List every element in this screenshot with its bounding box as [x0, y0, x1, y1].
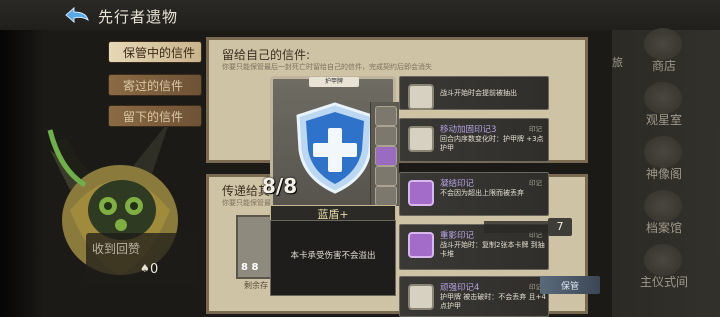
card-type-label: 护甲牌	[309, 77, 359, 87]
effect-item[interactable]: 战斗开始时会提前被抽出	[399, 76, 549, 110]
back-button[interactable]	[62, 4, 92, 26]
drag-bar	[484, 221, 548, 233]
archive-icon	[644, 190, 682, 222]
mark-slot-icon	[375, 166, 397, 186]
back-arrow-icon	[65, 6, 89, 24]
count-badge: 7	[548, 218, 572, 236]
effect-description: 护甲牌 被击破时：不会丢弃 且+4点护甲	[440, 293, 546, 310]
effect-description: 战斗开始时：复制2张本卡牌 到抽卡堆	[440, 241, 545, 258]
tab-kept-letters[interactable]: 保管中的信件	[108, 41, 202, 63]
cube-mark-icon	[408, 180, 434, 206]
effect-item[interactable]: 移动加固印记3 印记 回合内序数变化时：护甲牌 +3点护甲	[399, 118, 549, 162]
letter-to-self-subtitle: 你要只能保管最后一封死亡时留给自己的信件，完成契约后即会消失	[222, 63, 432, 71]
letter-card-stat: 8 8	[241, 262, 259, 273]
effect-description: 战斗开始时会提前被抽出	[440, 89, 517, 97]
effect-item[interactable]: 凝结印记 印记 不会因为超出上限而被丢弃	[399, 172, 549, 216]
effect-description: 不会因为超出上限而被丢弃	[440, 189, 524, 197]
remaining-storage-label: 剩余存	[244, 281, 268, 290]
mark-slot-icon	[375, 186, 397, 206]
received-likes-count: 0	[150, 262, 159, 277]
effect-tag: 印记	[529, 125, 542, 133]
effect-item[interactable]: 顽强印记4 印记 护甲牌 被击破时：不会丢弃 且+4点护甲	[399, 276, 549, 317]
telescope-icon	[644, 82, 682, 114]
mark-slot-icon	[375, 126, 397, 146]
nav-shop[interactable]: 商店	[622, 26, 706, 78]
mark-slot-icon	[375, 106, 397, 126]
effect-title: 移动加固印记3	[440, 125, 497, 135]
shadow-mark-icon	[408, 232, 434, 258]
keep-button[interactable]: 保管	[540, 276, 600, 294]
card-armor-value: 8/8	[262, 174, 298, 198]
effect-title: 顽强印记4	[440, 283, 480, 293]
nav-ritual-hall[interactable]: 主仪式间	[622, 242, 706, 294]
flame-icon: ♠	[140, 262, 150, 275]
effect-tag: 印记	[529, 179, 542, 187]
spiral-mark-icon	[408, 126, 434, 152]
effect-title: 重影印记	[440, 231, 475, 241]
nav-shrine[interactable]: 神像阁	[622, 134, 706, 186]
page-title: 先行者遗物	[98, 8, 179, 26]
card-mark-column	[370, 102, 399, 206]
tab-sent-letters[interactable]: 寄过的信件	[108, 74, 202, 96]
nav-archive[interactable]: 档案馆	[622, 188, 706, 240]
spiral-mark-icon	[408, 284, 434, 310]
tab-left-letters[interactable]: 留下的信件	[108, 105, 202, 127]
statue-icon	[644, 136, 682, 168]
shop-icon	[644, 28, 682, 60]
card-description: 本卡承受伤害不会溢出	[290, 251, 376, 261]
effect-title: 凝结印记	[440, 179, 475, 189]
received-likes-label: 收到回赞	[92, 242, 141, 256]
blue-shield-icon	[296, 102, 374, 194]
mark-slot-icon	[375, 146, 397, 166]
ritual-icon	[644, 244, 682, 276]
letter-to-others-subtitle: 你要只能保管最	[222, 199, 271, 207]
nav-observatory[interactable]: 观星室	[622, 80, 706, 132]
mark-icon	[408, 84, 434, 110]
letter-to-self-title: 留给自己的信件:	[222, 48, 311, 62]
effect-description: 回合内序数变化时：护甲牌 +3点护甲	[440, 135, 544, 152]
